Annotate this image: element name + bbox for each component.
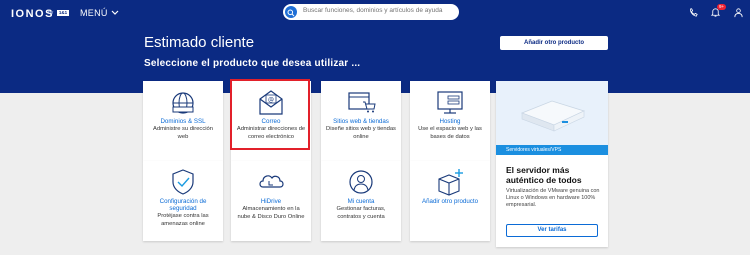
vps-description: Virtualización de VMware genuina con Lin…	[506, 188, 600, 208]
product-title: Mi cuenta	[347, 198, 375, 205]
search-input[interactable]	[303, 7, 453, 14]
notification-badge: 9+	[717, 4, 727, 10]
product-title: Sitios web & tiendas	[333, 118, 389, 125]
product-title: Añadir otro producto	[421, 198, 479, 205]
product-card-add[interactable]: Añadir otro producto	[410, 161, 490, 241]
search-icon[interactable]	[285, 6, 297, 18]
shield-check-icon	[172, 169, 194, 195]
product-title: Configuración de seguridad	[159, 198, 207, 212]
product-desc: Gestionar facturas, contratos y cuenta	[336, 206, 386, 220]
server-illustration	[520, 100, 586, 132]
view-plans-button[interactable]: Ver tarifas	[506, 224, 598, 237]
cloud-drive-icon	[259, 175, 284, 188]
chevron-down-icon	[111, 10, 119, 15]
product-title: Dominios & SSL	[160, 118, 206, 125]
product-card-account[interactable]: Mi cuenta Gestionar facturas, contratos …	[321, 161, 401, 241]
server-image	[496, 81, 608, 145]
product-desc: Diseñe sitios web y tiendas online	[326, 126, 396, 140]
page-title: Estimado cliente	[144, 34, 255, 51]
search-bar[interactable]	[283, 4, 459, 20]
user-circle-icon	[349, 170, 373, 194]
vps-title: El servidor más auténtico de todos	[506, 165, 582, 185]
add-product-button[interactable]: Añadir otro producto	[500, 36, 608, 50]
menu-button[interactable]: MENÚ	[80, 8, 119, 18]
logo-badge: 1&1	[57, 10, 69, 16]
shop-browser-icon	[348, 92, 376, 113]
globe-icon	[172, 92, 194, 114]
product-card-security[interactable]: Configuración de seguridad Protéjase con…	[143, 161, 223, 241]
product-desc: Protéjase contra las amenazas online	[157, 213, 209, 227]
product-card-websites[interactable]: Sitios web & tiendas Diseñe sitios web y…	[321, 81, 401, 161]
product-desc: Administre su dirección web	[153, 126, 213, 140]
product-desc: Use el espacio web y las bases de datos	[418, 126, 482, 140]
logo-by-text: by	[48, 10, 54, 16]
product-card-hidrive[interactable]: HiDrive Almacenamiento en la nube & Disc…	[231, 161, 311, 241]
vps-promo-card: Servidores virtuales/VPS El servidor más…	[496, 81, 608, 247]
page-subtitle: Seleccione el producto que desea utiliza…	[144, 58, 361, 69]
menu-label: MENÚ	[80, 8, 108, 18]
product-card-hosting[interactable]: Hosting Use el espacio web y las bases d…	[410, 81, 490, 161]
box-plus-icon	[438, 169, 463, 196]
product-desc: Almacenamiento en la nube & Disco Duro O…	[237, 206, 305, 220]
product-title: Hosting	[439, 118, 461, 125]
product-title: HiDrive	[260, 198, 282, 205]
user-icon[interactable]	[733, 7, 744, 18]
selection-highlight	[230, 79, 310, 150]
vps-category-bar: Servidores virtuales/VPS	[496, 145, 608, 155]
server-monitor-icon	[437, 91, 463, 114]
phone-icon[interactable]	[688, 7, 699, 18]
product-card-domains[interactable]: Dominios & SSL Administre su dirección w…	[143, 81, 223, 161]
